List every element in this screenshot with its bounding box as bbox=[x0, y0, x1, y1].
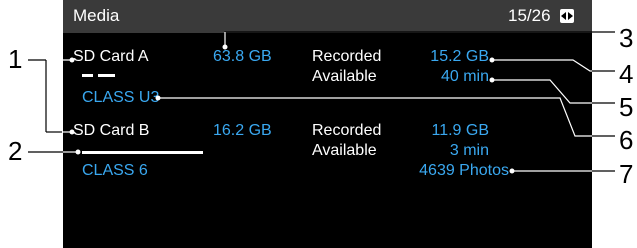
callout-lines bbox=[28, 31, 615, 174]
